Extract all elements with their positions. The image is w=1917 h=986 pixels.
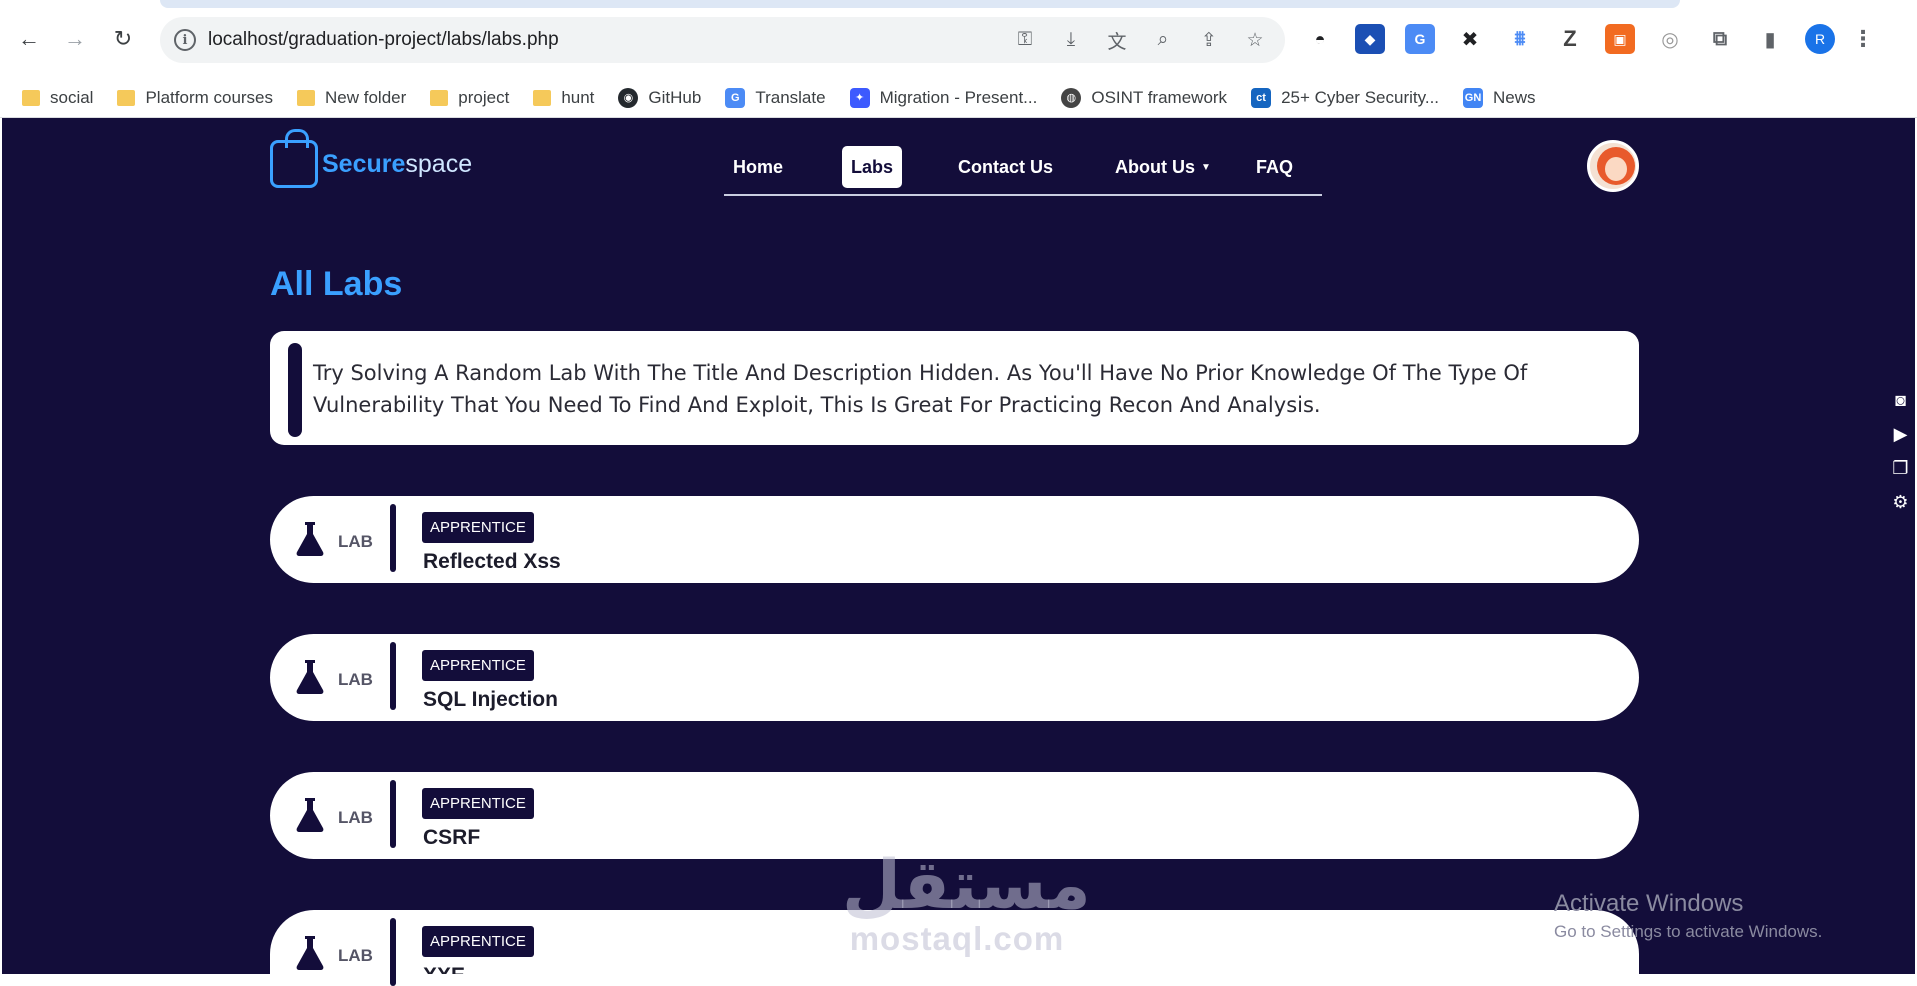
lab-type-label: LAB — [338, 808, 373, 827]
google-translate-icon[interactable]: G — [1405, 24, 1435, 54]
star-icon[interactable]: ☆ — [1243, 28, 1267, 52]
random-lab-description: Try Solving A Random Lab With The Title … — [313, 361, 1528, 417]
extension-icon[interactable]: ◆ — [1355, 24, 1385, 54]
level-badge: APPRENTICE — [422, 926, 534, 957]
back-icon[interactable]: ← — [14, 24, 44, 54]
nav-about[interactable]: About Us ▼ — [1106, 146, 1220, 188]
migration-icon: ✦ — [849, 87, 870, 108]
world-icon[interactable]: ◎ — [1655, 24, 1685, 54]
nav-home[interactable]: Home — [724, 146, 792, 188]
translate-page-icon[interactable]: 文 — [1105, 28, 1129, 53]
globe-icon: ◍ — [1061, 87, 1082, 108]
site-logo[interactable]: Securespace — [270, 129, 473, 188]
caret-down-icon: ▼ — [1201, 161, 1211, 173]
key-icon[interactable]: ⚿ — [1013, 28, 1037, 52]
share-icon[interactable]: ⇪ — [1197, 28, 1221, 52]
flask-icon — [296, 798, 324, 832]
zoom-icon[interactable]: ⌕ — [1151, 28, 1175, 52]
logo-text-secure: Secure — [322, 149, 406, 178]
ct-icon: ct — [1251, 87, 1272, 108]
folder-icon — [22, 89, 40, 106]
camera-icon[interactable]: ◙ — [1889, 388, 1913, 412]
flask-icon — [296, 522, 324, 556]
lab-name[interactable]: SQL Injection — [423, 688, 558, 712]
video-icon[interactable]: ▶ — [1889, 422, 1913, 446]
main-nav: Home Labs Contact Us About Us ▼ FAQ — [724, 142, 1322, 196]
screen-recorder-toolbar: ◙ ▶ ❐ ⚙ — [1884, 388, 1917, 514]
off-ext-icon[interactable]: ▣ — [1605, 24, 1635, 54]
url-text[interactable]: localhost/graduation-project/labs/labs.p… — [208, 29, 559, 51]
page-title: All Labs — [270, 265, 403, 303]
address-bar[interactable]: i localhost/graduation-project/labs/labs… — [160, 17, 1285, 63]
bookmark-migration[interactable]: ✦ Migration - Present... — [849, 87, 1037, 108]
bookmark-social[interactable]: social — [22, 88, 93, 108]
folder-icon — [117, 89, 136, 106]
more-icon[interactable]: ⋮ — [1852, 24, 1874, 54]
card-accent-bar — [288, 343, 302, 437]
bookmark-news[interactable]: GN News — [1463, 87, 1536, 108]
bookmark-platform-courses[interactable]: Platform courses — [117, 88, 273, 108]
bookmark-translate[interactable]: G Translate — [725, 87, 826, 108]
gear-icon[interactable]: ⚙ — [1889, 490, 1913, 514]
bookmark-github[interactable]: ◉ GitHub — [618, 87, 701, 108]
user-avatar[interactable] — [1587, 140, 1639, 192]
lab-card[interactable]: LAB APPRENTICE Reflected Xss — [270, 496, 1639, 583]
level-badge: APPRENTICE — [422, 512, 534, 543]
nav-labs[interactable]: Labs — [842, 146, 903, 188]
nav-contact[interactable]: Contact Us — [949, 146, 1062, 188]
reload-icon[interactable]: ↻ — [108, 24, 138, 54]
flask-icon — [296, 936, 324, 970]
lock-logo-icon — [270, 129, 318, 188]
forward-icon[interactable]: → — [60, 24, 90, 54]
bookmark-new-folder[interactable]: New folder — [297, 88, 406, 108]
lab-name[interactable]: CSRF — [423, 826, 480, 850]
translate-icon: G — [725, 87, 746, 108]
profile-avatar[interactable]: R — [1805, 24, 1835, 54]
side-panel-icon[interactable]: ▮ — [1755, 24, 1785, 54]
level-badge: APPRENTICE — [422, 788, 534, 819]
nav-faq[interactable]: FAQ — [1247, 146, 1302, 188]
z-icon[interactable]: Z — [1555, 24, 1585, 54]
tab-strip — [160, 0, 1680, 8]
logo-text-space: space — [405, 149, 473, 178]
lab-type-label: LAB — [338, 946, 373, 965]
mostaql-watermark: مستقل mostaql.com — [842, 846, 1091, 957]
install-icon[interactable]: ⤓ — [1059, 28, 1083, 52]
lab-type-label: LAB — [338, 670, 373, 689]
bookmarks-bar: social Platform courses New folder proje… — [0, 78, 1917, 118]
flask-icon — [296, 660, 324, 694]
browser-toolbar: ← → ↻ i localhost/graduation-project/lab… — [0, 0, 1917, 80]
github-icon: ◉ — [618, 87, 639, 108]
folder-icon — [297, 89, 316, 106]
bookmark-project[interactable]: project — [430, 88, 509, 108]
level-badge: APPRENTICE — [422, 650, 534, 681]
puzzle-icon[interactable]: ⧉ — [1705, 24, 1735, 54]
news-icon: GN — [1463, 87, 1484, 108]
random-lab-card[interactable]: Try Solving A Random Lab With The Title … — [270, 331, 1639, 445]
lab-name[interactable]: Reflected Xss — [423, 550, 561, 574]
filter-icon[interactable]: ⩩ — [1505, 24, 1535, 54]
bookmark-osint[interactable]: ◍ OSINT framework — [1061, 87, 1227, 108]
lab-name[interactable]: XXE — [423, 964, 465, 974]
window-icon[interactable]: ❐ — [1889, 456, 1913, 480]
bookmark-hunt[interactable]: hunt — [533, 88, 594, 108]
site-info-icon[interactable]: i — [174, 29, 196, 51]
lab-type-label: LAB — [338, 532, 373, 551]
folder-icon — [533, 89, 552, 106]
activate-windows-notice: Activate Windows Go to Settings to activ… — [1554, 890, 1823, 941]
bookmark-cyber-security[interactable]: ct 25+ Cyber Security... — [1251, 87, 1439, 108]
folder-icon — [430, 89, 449, 106]
lab-card[interactable]: LAB APPRENTICE SQL Injection — [270, 634, 1639, 721]
incognito-ext-icon[interactable]: ◓ — [1305, 24, 1335, 54]
crossed-tool-icon[interactable]: ✖ — [1455, 24, 1485, 54]
